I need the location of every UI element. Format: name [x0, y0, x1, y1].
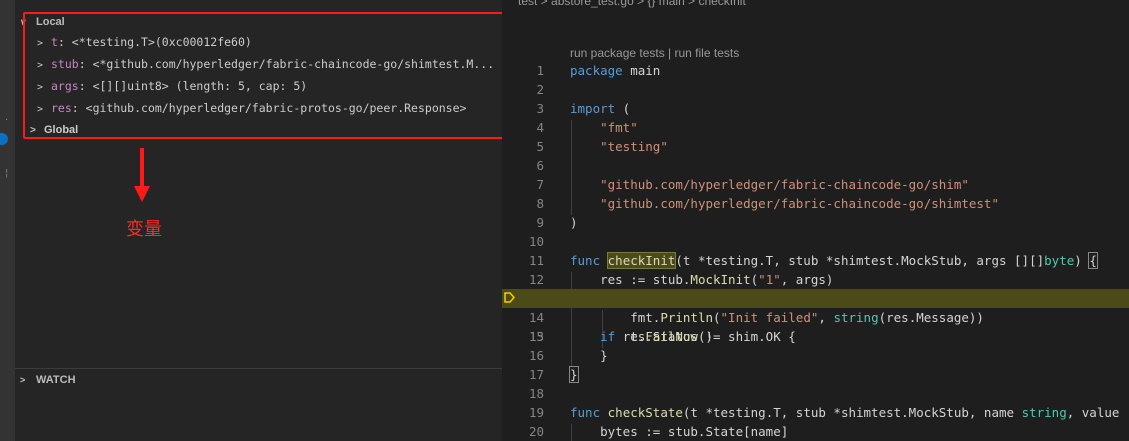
code-line: 6	[536, 158, 544, 173]
activity-bar: · ¦	[0, 0, 15, 441]
code-line: 4 "fmt"	[536, 120, 638, 135]
code-line: 11 func checkInit(t *testing.T, stub *shi…	[528, 252, 1098, 269]
code-line: 16 }	[528, 348, 608, 363]
annotation-label: 变量	[126, 219, 162, 240]
chevron-right-icon: >	[20, 375, 26, 385]
annotation-arrow	[140, 148, 144, 188]
code-line: 1 package main	[536, 63, 661, 78]
code-line: 10	[528, 234, 544, 249]
code-line: 8 "github.com/hyperledger/fabric-chainco…	[536, 196, 999, 211]
current-stack-frame-arrow-icon[interactable]	[504, 292, 515, 303]
code-line: 9)	[536, 215, 578, 230]
code-line: 2	[536, 82, 544, 97]
code-line: 7 "github.com/hyperledger/fabric-chainco…	[536, 177, 969, 192]
current-execution-line: 13 if res.Status != shim.OK {	[502, 289, 1129, 344]
breadcrumb[interactable]: test > abstore_test.go > {} main > check…	[518, 0, 746, 9]
code-line: 19 func checkState(t *testing.T, stub *sh…	[528, 405, 1120, 420]
code-line: 12 res := stub.MockInit("1", args)	[528, 272, 834, 287]
code-line: 17}	[528, 366, 579, 383]
code-line: 3 import (	[536, 101, 631, 116]
codelens-run-tests[interactable]: run package tests | run file tests	[570, 44, 739, 62]
activity-mark: ·	[5, 115, 9, 126]
code-line: 5 "testing"	[536, 139, 668, 154]
watch-section-header[interactable]: > WATCH	[15, 369, 502, 391]
code-line: 18	[528, 386, 544, 401]
code-line: 15 t.FailNow()	[528, 329, 714, 344]
activity-badge	[0, 133, 8, 145]
arrow-down-icon	[134, 186, 150, 202]
code-line: 20 bytes := stub.State[name]	[528, 424, 789, 439]
code-editor[interactable]: test > abstore_test.go > {} main > check…	[502, 0, 1129, 441]
activity-mark: ¦	[5, 168, 9, 179]
code-line: 14 fmt.Println("Init failed", string(res…	[528, 310, 984, 325]
annotation-highlight-box	[23, 12, 535, 139]
